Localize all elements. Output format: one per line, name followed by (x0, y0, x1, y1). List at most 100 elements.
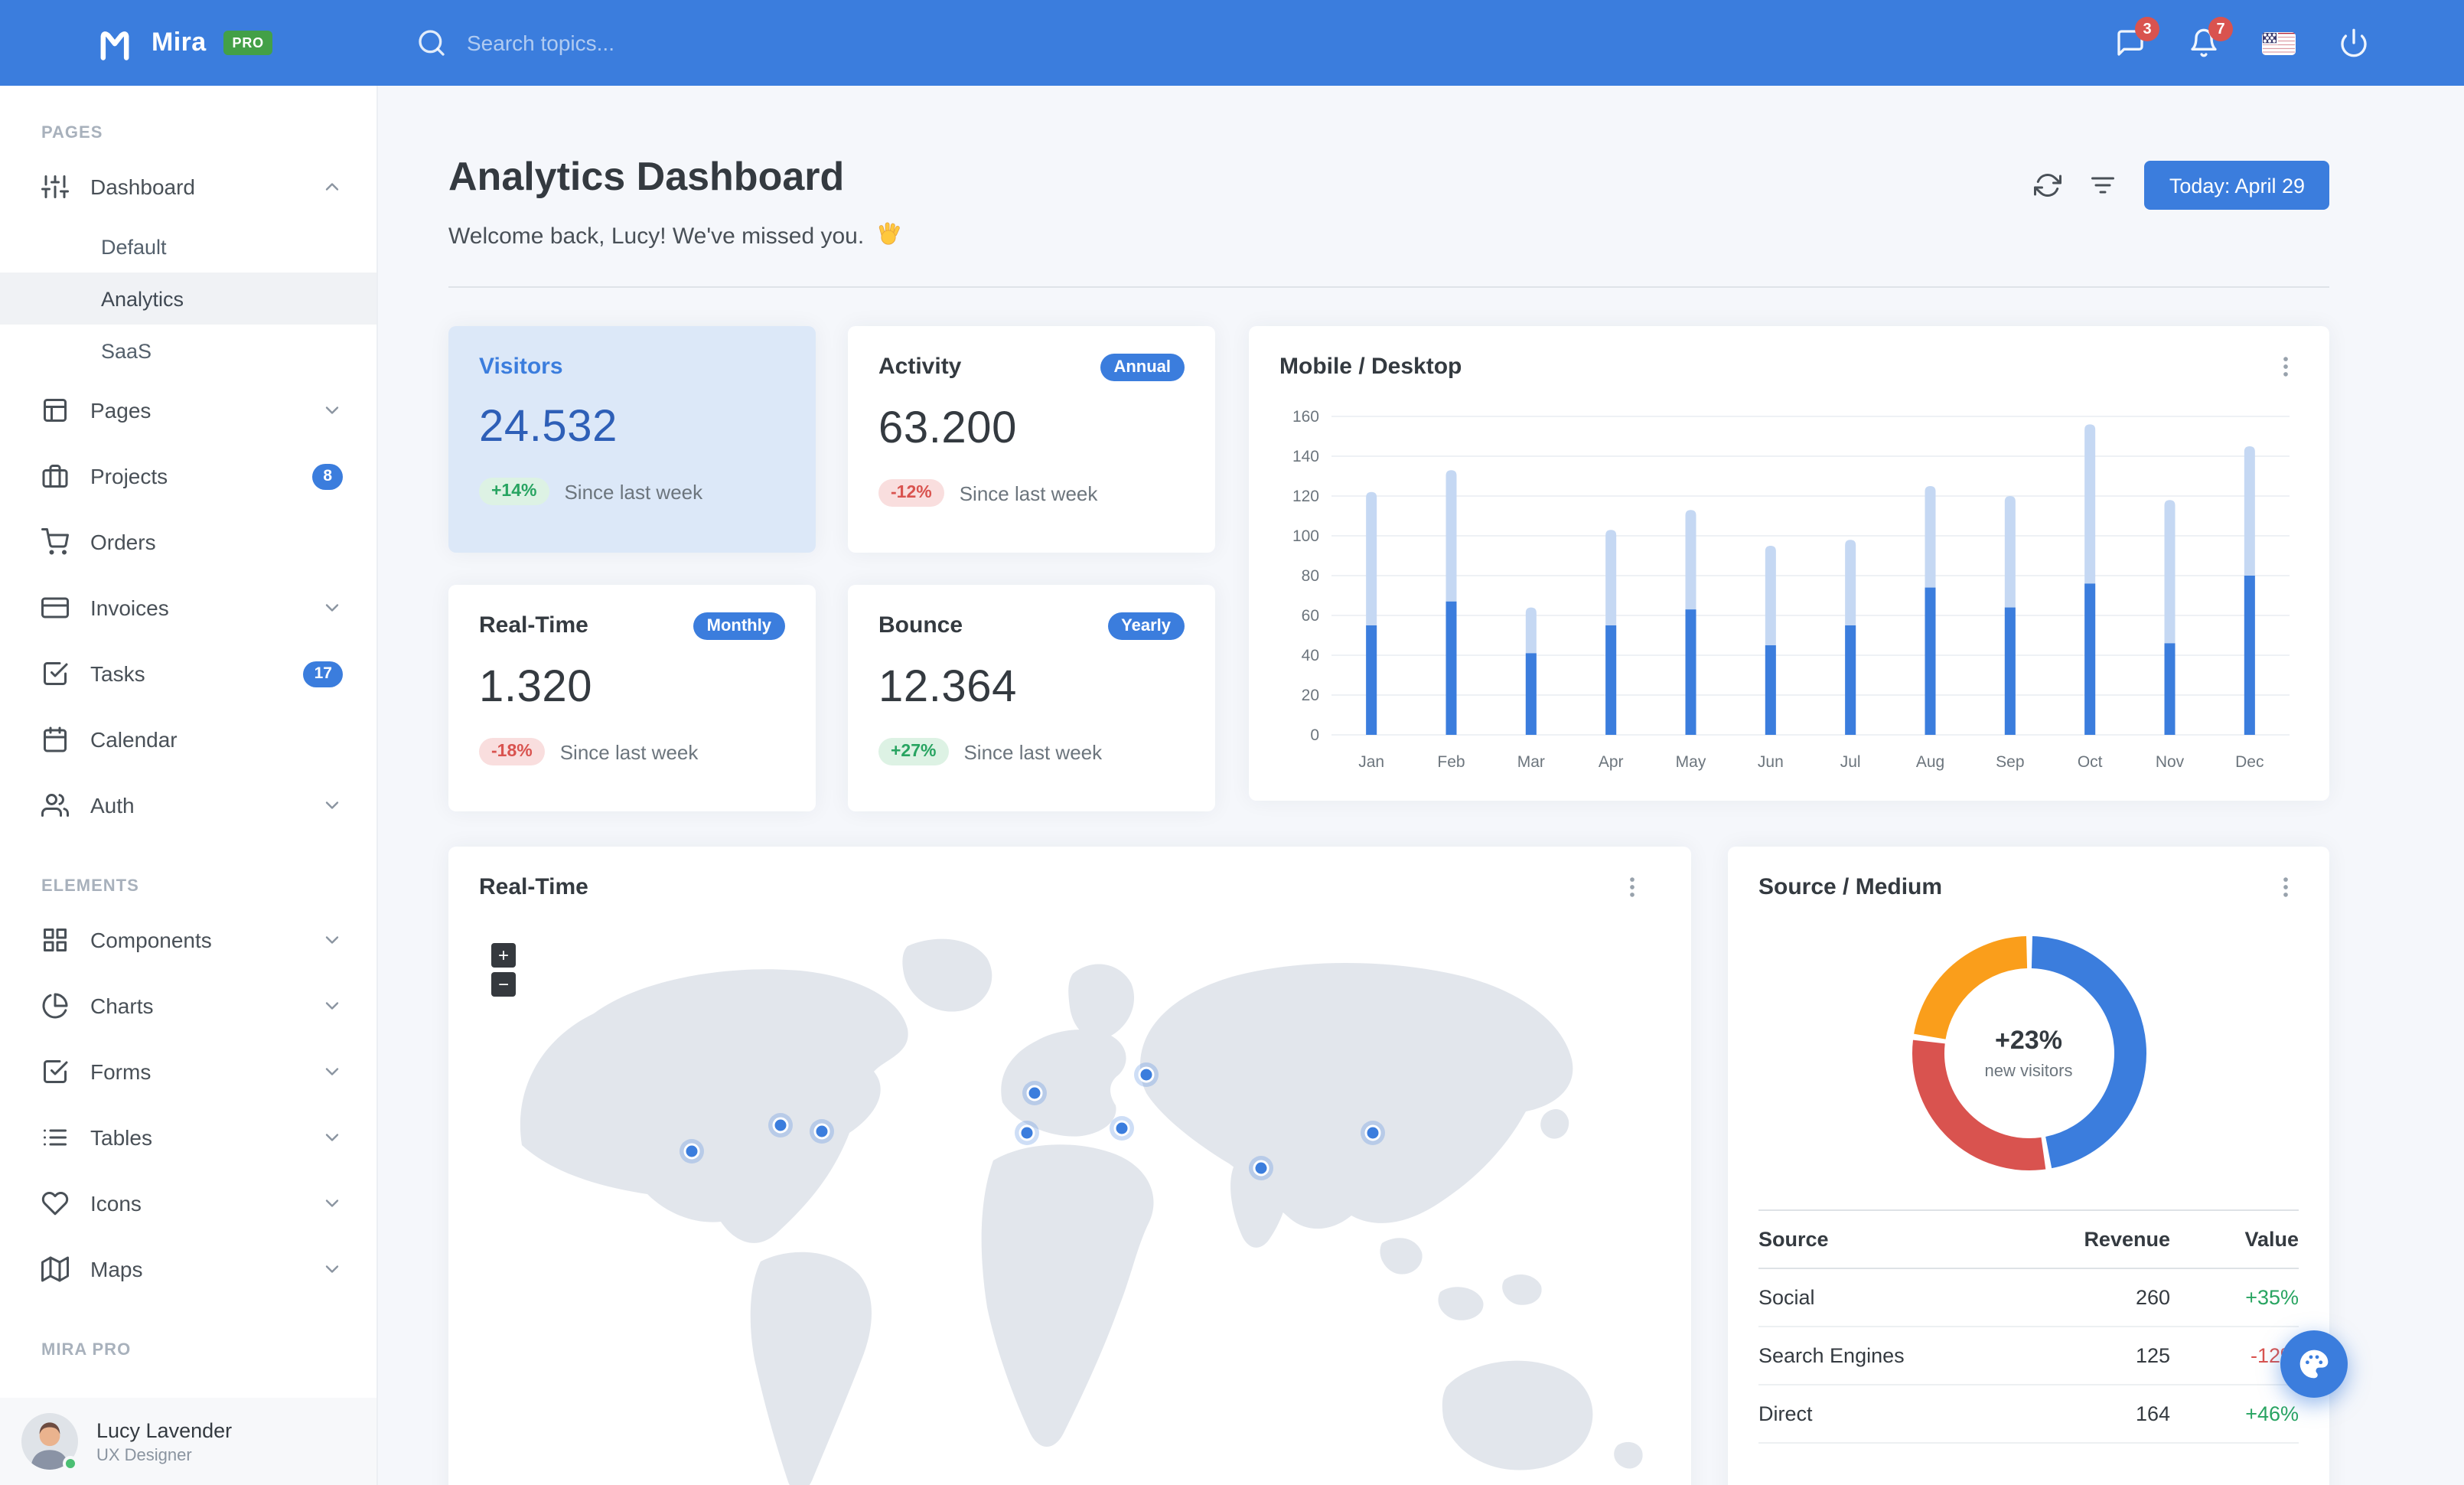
sidebar-item-orders[interactable]: Orders (0, 510, 376, 574)
bar-Sep (2004, 496, 2016, 735)
cell-source: Search Engines (1758, 1344, 1905, 1367)
map-marker-turkey[interactable] (1110, 1116, 1134, 1141)
search-input[interactable] (467, 31, 819, 55)
col-value: Value (2244, 1228, 2299, 1251)
sidebar-item-pages[interactable]: Pages (0, 378, 376, 442)
card-menu-button[interactable] (2273, 354, 2299, 380)
stat-value: 1.320 (479, 663, 593, 712)
top-navbar: Mira PRO 3 7 (0, 0, 2464, 86)
sidebar-item-label: Pages (90, 398, 152, 423)
sidebar-item-tasks[interactable]: Tasks 17 (0, 641, 376, 706)
map-marker-us-east[interactable] (810, 1119, 834, 1144)
map-marker-us-west[interactable] (680, 1139, 704, 1164)
bar-May (1685, 510, 1696, 735)
bar-Dec (2244, 446, 2255, 735)
world-map[interactable] (448, 919, 1691, 1485)
pie-chart-icon (42, 993, 68, 1019)
filter-icon (2091, 177, 2115, 194)
map-marker-russia[interactable] (1134, 1062, 1159, 1087)
chevron-down-icon (321, 929, 343, 951)
map-marker-spain[interactable] (1015, 1121, 1039, 1145)
sidebar-item-calendar[interactable]: Calendar (0, 707, 376, 772)
filter-button[interactable] (2090, 171, 2117, 199)
projects-count-badge: 8 (312, 463, 343, 489)
sidebar-section-elements: ELEMENTS (41, 877, 139, 896)
language-selector[interactable] (2262, 31, 2296, 54)
sidebar-item-label: Maps (90, 1257, 143, 1281)
map-marker-india[interactable] (1249, 1156, 1273, 1180)
svg-text:Jun: Jun (1758, 753, 1784, 771)
stat-change-badge: +27% (878, 738, 949, 765)
bar-Feb (1445, 470, 1457, 735)
navbar-actions: 3 7 (2115, 0, 2369, 86)
sidebar-item-projects[interactable]: Projects 8 (0, 444, 376, 508)
sidebar-item-label: Forms (90, 1059, 152, 1084)
col-source: Source (1758, 1228, 1829, 1251)
stat-title: Activity (878, 354, 962, 380)
sidebar-item-charts[interactable]: Charts (0, 974, 376, 1038)
svg-text:40: 40 (1302, 647, 1319, 664)
brand-logo[interactable]: Mira PRO (95, 0, 273, 86)
table-row: Social 260 +35% (1758, 1269, 2299, 1327)
svg-text:Feb: Feb (1437, 753, 1465, 771)
more-vertical-icon (2283, 877, 2288, 897)
sidebar-item-analytics[interactable]: Analytics (0, 273, 376, 325)
date-range-button[interactable]: Today: April 29 (2144, 161, 2329, 210)
sidebar-item-auth[interactable]: Auth (0, 773, 376, 837)
map-marker-united-kingdom[interactable] (1022, 1081, 1047, 1105)
bar-Mar (1525, 607, 1537, 735)
sidebar-item-components[interactable]: Components (0, 908, 376, 972)
cell-source: Social (1758, 1286, 1815, 1309)
card-menu-button[interactable] (1619, 874, 1661, 900)
sidebar-item-maps[interactable]: Maps (0, 1237, 376, 1301)
svg-text:160: 160 (1292, 408, 1319, 426)
period-pill: Annual (1100, 354, 1185, 381)
mobile-desktop-bar-chart: 0 20 40 60 80 100 120 140 160 Jan Feb Mar Apr May Jun J… (1292, 408, 2290, 771)
cell-value: -12% (2250, 1344, 2299, 1367)
notifications-count-badge: 7 (2208, 17, 2233, 41)
messages-button[interactable]: 3 (2115, 17, 2159, 58)
sidebar-item-icons[interactable]: Icons (0, 1171, 376, 1235)
sidebar-item-default[interactable]: Default (0, 220, 376, 273)
stat-card-realtime: Real-Time Monthly 1.320 -18% Since last … (448, 585, 816, 811)
source-medium-card: Source / Medium +23% new visitors Source (1728, 847, 2329, 1485)
map-marker-china[interactable] (1361, 1121, 1385, 1145)
table-row: Direct 164 +46% (1758, 1385, 2299, 1444)
sidebar-item-saas[interactable]: SaaS (0, 325, 376, 377)
stat-value: 12.364 (878, 663, 1017, 712)
stat-value: 24.532 (479, 403, 618, 452)
stat-period: Since last week (559, 740, 699, 763)
grid-icon (44, 929, 67, 951)
svg-text:100: 100 (1292, 527, 1319, 545)
layout-icon (44, 399, 67, 422)
logout-button[interactable] (2339, 28, 2369, 58)
map-marker-us-central[interactable] (768, 1113, 793, 1137)
brand-name: Mira (152, 28, 207, 57)
sidebar-item-label: Invoices (90, 596, 169, 620)
map-zoom-out-button[interactable]: − (491, 972, 516, 997)
chevron-down-icon (321, 597, 343, 618)
svg-text:80: 80 (1302, 567, 1319, 585)
sidebar-item-tables[interactable]: Tables (0, 1105, 376, 1170)
refresh-button[interactable] (2034, 171, 2062, 199)
notifications-button[interactable]: 7 (2189, 17, 2233, 58)
chevron-down-icon (321, 1127, 343, 1148)
svg-text:Jul: Jul (1840, 753, 1861, 771)
chevron-up-icon (321, 176, 343, 197)
theme-settings-fab[interactable] (2280, 1330, 2348, 1398)
map-zoom-in-button[interactable]: + (491, 943, 516, 968)
pro-badge: PRO (223, 31, 273, 55)
navbar-search (416, 0, 819, 86)
sidebar-item-label: Auth (90, 793, 135, 818)
bar-Jul (1845, 540, 1856, 735)
sidebar-item-dashboard[interactable]: Dashboard (0, 155, 376, 219)
svg-text:60: 60 (1302, 607, 1319, 625)
sidebar-item-invoices[interactable]: Invoices (0, 576, 376, 640)
card-menu-button[interactable] (2273, 874, 2299, 900)
mira-logo-icon (100, 31, 129, 60)
realtime-map-card: Real-Time + − (448, 847, 1691, 1485)
stat-value: 63.200 (878, 404, 1017, 453)
donut-chart: +23% new visitors (1899, 923, 2159, 1183)
sidebar-item-forms[interactable]: Forms (0, 1040, 376, 1104)
sidebar-user[interactable]: Lucy Lavender UX Designer (0, 1398, 376, 1485)
